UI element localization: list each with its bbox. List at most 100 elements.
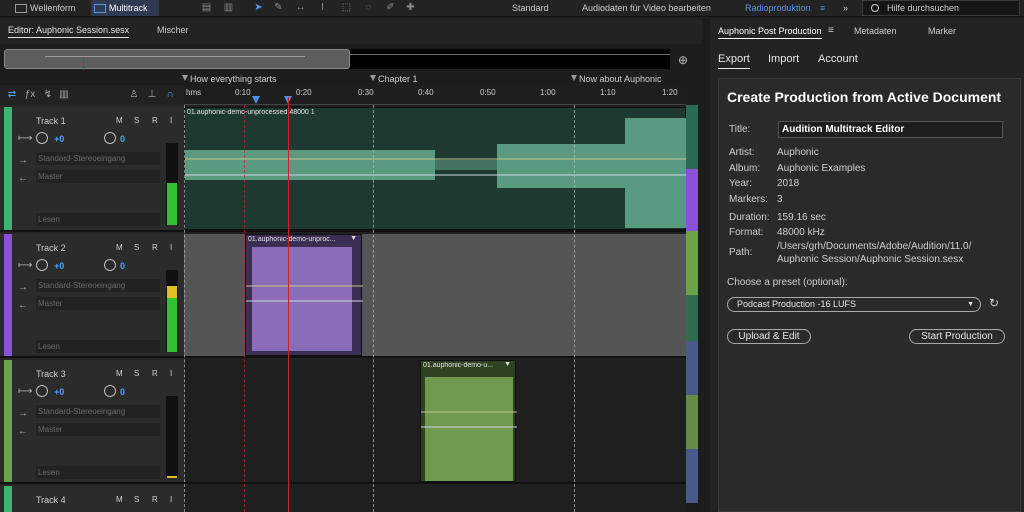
track-3-lane[interactable]: 01.auphonic-demo-u... ▼ xyxy=(184,360,686,484)
tab-editor[interactable]: Editor: Auphonic Session.sesx xyxy=(8,25,130,38)
automation-mode-select[interactable]: Lesen xyxy=(36,340,160,353)
upload-edit-button[interactable]: Upload & Edit xyxy=(727,329,811,344)
mute-button[interactable]: M xyxy=(116,495,123,504)
pan-knob[interactable] xyxy=(104,385,116,397)
marker-1[interactable]: How everything starts xyxy=(182,73,277,85)
spectral-icon[interactable]: ▤ xyxy=(200,2,213,14)
volume-value[interactable]: +0 xyxy=(54,261,64,271)
mute-button[interactable]: M xyxy=(116,116,123,125)
tab-account[interactable]: Account xyxy=(818,53,858,65)
title-input[interactable]: Audition Multitrack Editor xyxy=(778,121,1003,138)
volume-value[interactable]: +0 xyxy=(54,387,64,397)
tab-mixer[interactable]: Mischer xyxy=(157,25,189,35)
workspace-video[interactable]: Audiodaten für Video bearbeiten xyxy=(582,0,711,16)
pan-value[interactable]: 0 xyxy=(120,134,125,144)
brush-icon[interactable]: ✐ xyxy=(384,2,397,14)
track-name[interactable]: Track 3 xyxy=(36,369,66,379)
metronome-icon[interactable]: ♙ xyxy=(128,89,140,101)
solo-button[interactable]: S xyxy=(134,243,139,252)
pan-knob[interactable] xyxy=(104,259,116,271)
playhead[interactable] xyxy=(288,97,289,512)
input-monitor-button[interactable]: I xyxy=(170,243,172,252)
audio-clip[interactable]: 01.auphonic-demo-u... ▼ xyxy=(420,360,517,482)
loop-start-icon[interactable] xyxy=(252,96,260,104)
mute-button[interactable]: M xyxy=(116,243,123,252)
output-select[interactable]: Master xyxy=(36,170,160,183)
overview-viewport[interactable] xyxy=(4,49,350,70)
zoom-icon[interactable]: ⊕ xyxy=(678,53,692,67)
track-1-lane[interactable]: 01.auphonic-demo-unprocessed 48000 1 xyxy=(184,107,686,232)
more-workspaces-icon[interactable]: » xyxy=(843,0,848,16)
track-name[interactable]: Track 4 xyxy=(36,495,66,505)
input-monitor-button[interactable]: I xyxy=(170,116,172,125)
timeline[interactable]: hms 0:10 0:20 0:30 0:40 0:50 1:00 1:10 1… xyxy=(184,85,686,512)
input-select[interactable]: Standard-Stereoeingang xyxy=(36,152,160,165)
tab-metadata[interactable]: Metadaten xyxy=(854,26,897,36)
pan-value[interactable]: 0 xyxy=(120,387,125,397)
vertical-scrollbar[interactable] xyxy=(686,105,700,512)
pan-value[interactable]: 0 xyxy=(120,261,125,271)
record-button[interactable]: R xyxy=(152,495,158,504)
track-3[interactable]: Track 3 M S R I ⟼ +0 0 → Standard-Stereo… xyxy=(0,360,184,484)
track-2-lane[interactable]: 01.auphonic-demo-unproc... ▼ xyxy=(184,234,686,358)
io-icon[interactable]: ⇄ xyxy=(6,89,18,101)
preset-select[interactable]: Podcast Production -16 LUFS ▼ xyxy=(727,297,981,312)
marker-2[interactable]: Chapter 1 xyxy=(370,73,418,85)
track-name[interactable]: Track 2 xyxy=(36,243,66,253)
healing-icon[interactable]: ✚ xyxy=(404,2,417,14)
workspace-standard[interactable]: Standard xyxy=(512,0,549,16)
marquee-icon[interactable]: ⬚ xyxy=(340,2,353,14)
volume-knob[interactable] xyxy=(36,132,48,144)
input-select[interactable]: Standard-Stereoeingang xyxy=(36,279,160,292)
record-button[interactable]: R xyxy=(152,116,158,125)
tab-import[interactable]: Import xyxy=(768,53,799,65)
volume-value[interactable]: +0 xyxy=(54,134,64,144)
refresh-icon[interactable]: ↻ xyxy=(989,296,999,310)
output-select[interactable]: Master xyxy=(36,297,160,310)
track-name[interactable]: Track 1 xyxy=(36,116,66,126)
help-search-input[interactable]: Hilfe durchsuchen xyxy=(862,0,1020,16)
sends-icon[interactable]: ↯ xyxy=(42,89,54,101)
workspace-radio[interactable]: Radioproduktion xyxy=(745,0,811,16)
move-tool-icon[interactable]: ➤ xyxy=(252,2,265,14)
pin-icon[interactable]: ⊥ xyxy=(146,89,158,101)
track-4-lane[interactable] xyxy=(184,486,686,512)
record-button[interactable]: R xyxy=(152,243,158,252)
solo-button[interactable]: S xyxy=(134,116,139,125)
lasso-icon[interactable]: ◌ xyxy=(362,2,375,14)
volume-knob[interactable] xyxy=(36,385,48,397)
solo-button[interactable]: S xyxy=(134,495,139,504)
audio-clip[interactable]: 01.auphonic-demo-unproc... ▼ xyxy=(245,234,363,356)
record-button[interactable]: R xyxy=(152,369,158,378)
tab-export[interactable]: Export xyxy=(718,53,750,69)
output-select[interactable]: Master xyxy=(36,423,160,436)
input-select[interactable]: Standard-Stereoeingang xyxy=(36,405,160,418)
headphones-icon[interactable]: ∩ xyxy=(164,89,176,101)
eq-icon[interactable]: ▥ xyxy=(58,89,70,101)
input-monitor-button[interactable]: I xyxy=(170,369,172,378)
start-production-button[interactable]: Start Production xyxy=(909,329,1005,344)
marker-3[interactable]: Now about Auphonic xyxy=(571,73,662,85)
track-1[interactable]: Track 1 M S R I ⟼ +0 0 → Standard-Stereo… xyxy=(0,107,184,232)
panel-menu-icon[interactable]: ≡ xyxy=(828,25,834,36)
automation-mode-select[interactable]: Lesen xyxy=(36,213,160,226)
automation-mode-select[interactable]: Lesen xyxy=(36,466,160,479)
slip-tool-icon[interactable]: ↔ xyxy=(294,2,307,14)
razor-tool-icon[interactable]: ✎ xyxy=(272,2,285,14)
multitrack-view-button[interactable]: Multitrack xyxy=(91,0,159,16)
session-overview[interactable]: ⊕ xyxy=(0,45,702,73)
tab-marker[interactable]: Marker xyxy=(928,26,956,36)
track-4[interactable]: Track 4 M S R I xyxy=(0,486,184,512)
mute-button[interactable]: M xyxy=(116,369,123,378)
time-ruler[interactable]: hms 0:10 0:20 0:30 0:40 0:50 1:00 1:10 1… xyxy=(184,85,686,105)
time-selection-icon[interactable]: I xyxy=(316,2,329,14)
solo-button[interactable]: S xyxy=(134,369,139,378)
pan-knob[interactable] xyxy=(104,132,116,144)
waveform-view-button[interactable]: Wellenform xyxy=(12,0,84,16)
volume-knob[interactable] xyxy=(36,259,48,271)
fx-icon[interactable]: ƒx xyxy=(24,89,36,101)
audio-clip[interactable]: 01.auphonic-demo-unprocessed 48000 1 xyxy=(184,107,686,230)
track-2[interactable]: Track 2 M S R I ⟼ +0 0 → Standard-Stereo… xyxy=(0,234,184,358)
workspace-menu-icon[interactable]: ≡ xyxy=(820,0,825,16)
input-monitor-button[interactable]: I xyxy=(170,495,172,504)
